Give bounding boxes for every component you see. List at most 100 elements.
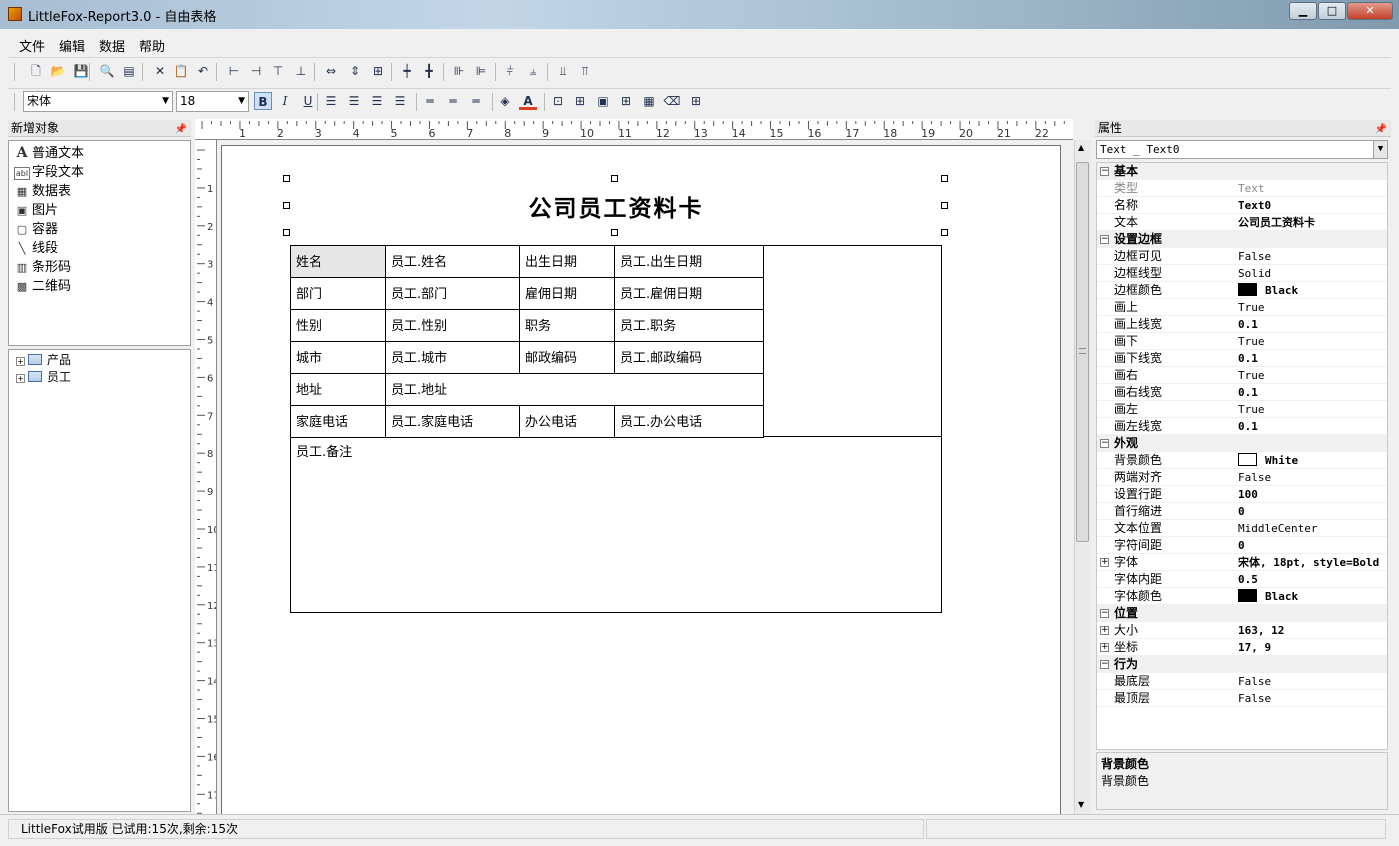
selection-handle[interactable] — [941, 175, 948, 182]
bring-front-icon[interactable]: ⫫ — [554, 62, 572, 80]
grid-icon[interactable]: ⊞ — [687, 92, 705, 110]
field-value-cell[interactable]: 员工.出生日期 — [614, 245, 764, 278]
expand-icon[interactable]: + — [16, 357, 25, 366]
field-value-cell[interactable]: 员工.城市 — [385, 341, 520, 374]
hspace-decrease-icon[interactable]: ⊫ — [472, 62, 490, 80]
property-row[interactable]: 最底层 False — [1097, 673, 1387, 690]
field-value-cell[interactable]: 员工.家庭电话 — [385, 405, 520, 438]
align-top-icon[interactable]: ⊤ — [269, 62, 287, 80]
property-row[interactable]: 首行缩进 0 — [1097, 503, 1387, 520]
send-back-icon[interactable]: ⫪ — [576, 62, 594, 80]
property-row[interactable]: + 字体 宋体, 18pt, style=Bold — [1097, 554, 1387, 571]
scroll-up-icon[interactable]: ▲ — [1078, 143, 1084, 152]
same-width-icon[interactable]: ⇔ — [322, 62, 340, 80]
new-object-item[interactable]: ▩ 二维码 — [9, 277, 190, 296]
collapse-icon[interactable]: − — [1100, 660, 1109, 669]
field-label-cell[interactable]: 地址 — [290, 373, 386, 406]
property-row[interactable]: 设置行距 100 — [1097, 486, 1387, 503]
hspace-equal-icon[interactable]: ⊪ — [450, 62, 468, 80]
canvas-scrollbar[interactable]: ▲ ▼ — [1074, 140, 1091, 814]
open-folder-icon[interactable]: 📂 — [49, 62, 67, 80]
property-value-cell[interactable]: 0.1 — [1238, 418, 1387, 435]
property-row[interactable]: 名称 Text0 — [1097, 197, 1387, 214]
property-row[interactable]: 字体内距 0.5 — [1097, 571, 1387, 588]
align-bottom-icon[interactable]: ⊥ — [292, 62, 310, 80]
property-value-cell[interactable]: Text0 — [1238, 197, 1387, 214]
tree-node[interactable]: + 员工 — [9, 369, 190, 386]
notes-field[interactable]: 员工.备注 — [296, 441, 352, 460]
property-value-cell[interactable]: True — [1238, 299, 1387, 316]
property-row[interactable]: 字符间距 0 — [1097, 537, 1387, 554]
property-value-cell[interactable]: MiddleCenter — [1238, 520, 1387, 537]
border-inner-icon[interactable]: ⊞ — [617, 92, 635, 110]
italic-button[interactable]: I — [276, 92, 294, 110]
border-outer-icon[interactable]: ▣ — [594, 92, 612, 110]
property-value-cell[interactable]: 0.1 — [1238, 350, 1387, 367]
property-category[interactable]: − 外观 — [1097, 435, 1387, 452]
selection-handle[interactable] — [283, 229, 290, 236]
paste-icon[interactable]: 📋 — [172, 62, 190, 80]
property-row[interactable]: 画下线宽 0.1 — [1097, 350, 1387, 367]
collapse-icon[interactable]: − — [1100, 609, 1109, 618]
selection-handle[interactable] — [611, 175, 618, 182]
vspace-equal-icon[interactable]: ⫩ — [501, 62, 519, 80]
new-object-item[interactable]: ▣ 图片 — [9, 201, 190, 220]
field-value-cell[interactable]: 员工.职务 — [614, 309, 764, 342]
collapse-icon[interactable]: − — [1100, 439, 1109, 448]
field-label-cell[interactable]: 城市 — [290, 341, 386, 374]
field-label-cell[interactable]: 职务 — [519, 309, 615, 342]
selection-handle[interactable] — [611, 229, 618, 236]
property-value-cell[interactable]: 17, 9 — [1238, 639, 1387, 656]
field-value-cell[interactable]: 员工.雇佣日期 — [614, 277, 764, 310]
property-value-cell[interactable]: False — [1238, 469, 1387, 486]
property-value-cell[interactable]: White — [1238, 452, 1387, 469]
new-object-item[interactable]: ╲ 线段 — [9, 239, 190, 258]
property-value-cell[interactable]: 0.5 — [1238, 571, 1387, 588]
scroll-thumb[interactable] — [1076, 162, 1089, 542]
property-value-cell[interactable]: False — [1238, 673, 1387, 690]
field-value-cell[interactable]: 员工.性别 — [385, 309, 520, 342]
field-label-cell[interactable]: 邮政编码 — [519, 341, 615, 374]
selection-handle[interactable] — [283, 175, 290, 182]
vspace-decrease-icon[interactable]: ⫨ — [524, 62, 542, 80]
fill-color-icon[interactable]: ◈ — [496, 92, 514, 110]
undo-icon[interactable]: ↶ — [194, 62, 212, 80]
align-right-icon[interactable]: ⊣ — [247, 62, 265, 80]
property-value-cell[interactable]: 宋体, 18pt, style=Bold — [1238, 554, 1387, 571]
minimize-button[interactable]: ▁ — [1289, 2, 1317, 20]
scroll-down-icon[interactable]: ▼ — [1078, 800, 1084, 809]
property-value-cell[interactable]: 163, 12 — [1238, 622, 1387, 639]
text-align-right-icon[interactable]: ☰ — [368, 92, 386, 110]
property-category[interactable]: − 位置 — [1097, 605, 1387, 622]
field-value-cell[interactable]: 员工.邮政编码 — [614, 341, 764, 374]
property-row[interactable]: 类型 Text — [1097, 180, 1387, 197]
property-value-cell[interactable]: 0 — [1238, 537, 1387, 554]
property-value-cell[interactable]: 0.1 — [1238, 316, 1387, 333]
new-object-item[interactable]: A 普通文本 — [9, 144, 190, 163]
property-category[interactable]: − 行为 — [1097, 656, 1387, 673]
font-color-icon[interactable]: A — [519, 92, 537, 110]
collapse-icon[interactable]: − — [1100, 167, 1109, 176]
report-title[interactable]: 公司员工资料卡 — [287, 189, 945, 222]
property-row[interactable]: 画上线宽 0.1 — [1097, 316, 1387, 333]
text-align-left-icon[interactable]: ☰ — [322, 92, 340, 110]
new-object-item[interactable]: ▢ 容器 — [9, 220, 190, 239]
property-category[interactable]: − 基本 — [1097, 163, 1387, 180]
selection-handle[interactable] — [941, 229, 948, 236]
property-value-cell[interactable]: True — [1238, 333, 1387, 350]
field-value-cell[interactable]: 员工.部门 — [385, 277, 520, 310]
cut-icon[interactable]: ✕ — [151, 62, 169, 80]
property-value-cell[interactable]: Text — [1238, 180, 1387, 197]
property-row[interactable]: + 大小 163, 12 — [1097, 622, 1387, 639]
field-label-cell[interactable]: 办公电话 — [519, 405, 615, 438]
page-setup-icon[interactable]: ▤ — [120, 62, 138, 80]
property-row[interactable]: 画上 True — [1097, 299, 1387, 316]
field-value-cell[interactable]: 员工.姓名 — [385, 245, 520, 278]
save-icon[interactable]: 💾 — [72, 62, 90, 80]
property-row[interactable]: 画右 True — [1097, 367, 1387, 384]
border-top-icon[interactable]: ▦ — [640, 92, 658, 110]
same-size-icon[interactable]: ⊞ — [369, 62, 387, 80]
property-row[interactable]: 画右线宽 0.1 — [1097, 384, 1387, 401]
pin-icon[interactable]: 📌 — [1375, 121, 1387, 138]
expand-icon[interactable]: + — [1100, 643, 1109, 652]
